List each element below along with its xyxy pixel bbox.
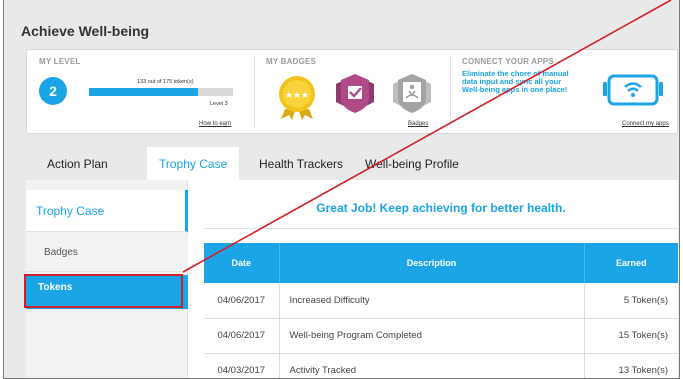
- grey-meditation-badge-icon[interactable]: [389, 70, 435, 116]
- my-level-label: MY LEVEL: [39, 57, 81, 66]
- tab-trophy-case[interactable]: Trophy Case: [147, 147, 240, 180]
- divider: [204, 228, 678, 229]
- summary-card: MY LEVEL 2 133 out of 175 token(s) Level…: [26, 49, 678, 134]
- level-progress-fill: [89, 88, 199, 96]
- row-description: Activity Tracked: [279, 353, 585, 378]
- how-to-earn-link[interactable]: How to earn: [199, 121, 231, 127]
- gold-star-badge-icon[interactable]: ★★★: [275, 73, 319, 121]
- connect-my-apps-link[interactable]: Connect my apps: [622, 121, 669, 127]
- connect-apps-label: CONNECT YOUR APPS: [462, 57, 554, 66]
- table-header-row: Date Description Earned: [204, 243, 678, 283]
- level-progress-bar: [89, 88, 233, 96]
- sidenav-item-badges[interactable]: Badges: [26, 234, 188, 272]
- level-number-circle: 2: [39, 77, 67, 105]
- column-header-description: Description: [279, 243, 585, 283]
- row-description: Increased Difficulty: [279, 283, 585, 319]
- sidenav-heading-trophy-case[interactable]: Trophy Case: [26, 190, 188, 232]
- column-header-date: Date: [204, 243, 280, 283]
- section-divider: [254, 56, 255, 128]
- table-row: 04/06/2017 Increased Difficulty 5 Token(…: [204, 283, 678, 319]
- svg-text:★★★: ★★★: [285, 91, 309, 101]
- table-row: 04/06/2017 Well-being Program Completed …: [204, 318, 678, 354]
- next-level-text: Level 3: [210, 101, 228, 107]
- encouragement-message: Great Job! Keep achieving for better hea…: [316, 201, 566, 215]
- row-date: 04/06/2017: [204, 318, 280, 354]
- row-date: 04/06/2017: [204, 283, 280, 319]
- page-title: Achieve Well-being: [21, 23, 150, 39]
- app-frame: Achieve Well-being MY LEVEL 2 133 out of…: [3, 0, 680, 379]
- annotation-highlight-box: [24, 274, 183, 308]
- table-row: 04/03/2017 Activity Tracked 13 Token(s): [204, 353, 678, 378]
- tab-health-trackers[interactable]: Health Trackers: [259, 147, 343, 180]
- tokens-progress-text: 133 out of 175 token(s): [137, 79, 194, 85]
- tab-action-plan[interactable]: Action Plan: [47, 147, 108, 180]
- row-description: Well-being Program Completed: [279, 318, 585, 354]
- my-badges-label: MY BADGES: [266, 57, 317, 66]
- tab-well-being-profile[interactable]: Well-being Profile: [365, 147, 459, 180]
- row-date: 04/03/2017: [204, 353, 280, 378]
- column-header-earned: Earned: [584, 243, 678, 283]
- row-earned: 15 Token(s): [584, 318, 678, 354]
- row-earned: 13 Token(s): [584, 353, 678, 378]
- connect-apps-description: Eliminate the chore of manual data input…: [462, 69, 569, 94]
- badges-link[interactable]: Badges: [408, 121, 428, 127]
- section-divider: [450, 56, 451, 128]
- row-earned: 5 Token(s): [584, 283, 678, 319]
- purple-check-shield-badge-icon[interactable]: [332, 70, 378, 116]
- phone-wifi-icon[interactable]: [601, 72, 665, 108]
- tokens-table: Date Description Earned 04/06/2017 Incre…: [204, 243, 678, 378]
